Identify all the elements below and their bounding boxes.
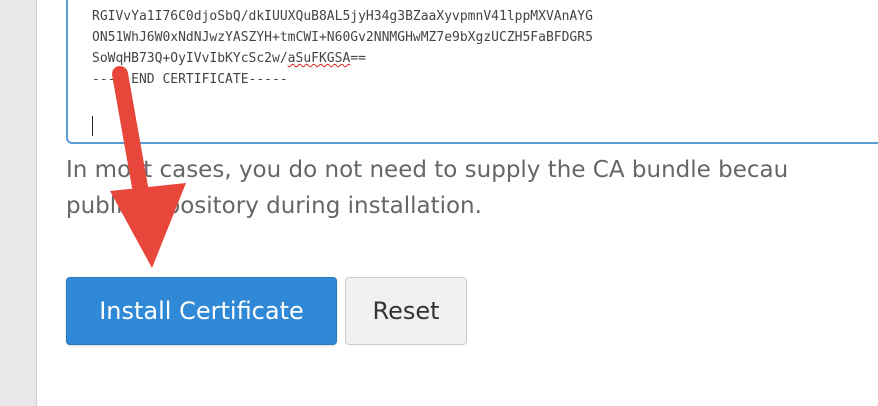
help-text-line-1: In most cases, you do not need to supply… (66, 157, 789, 183)
certificate-end-line: -----END CERTIFICATE----- (92, 72, 288, 87)
spellcheck-underlined-text: aSuFKGSA (287, 51, 351, 66)
left-gutter (0, 0, 37, 406)
ca-bundle-textarea[interactable]: RGIVvYa1I76C0djoSbQ/dkIUUXQuB8AL5jyH34g3… (66, 0, 878, 144)
help-text-line-2: public repository during installation. (66, 193, 482, 219)
text-cursor (92, 116, 93, 136)
reset-button[interactable]: Reset (345, 277, 467, 345)
certificate-line-3: SoWqHB73Q+OyIVvIbKYcSc2w/aSuFKGSA== (92, 48, 878, 69)
page: RGIVvYa1I76C0djoSbQ/dkIUUXQuB8AL5jyH34g3… (0, 0, 878, 406)
certificate-line-2: ON51WhJ6W0xNdNJwzYASZYH+tmCWI+N60Gv2NNMG… (92, 30, 593, 45)
certificate-line-3-end: == (350, 51, 366, 66)
certificate-line-3-start: SoWqHB73Q+OyIVvIbKYcSc2w/ (92, 51, 288, 66)
certificate-line-1: RGIVvYa1I76C0djoSbQ/dkIUUXQuB8AL5jyH34g3… (92, 9, 593, 24)
ca-bundle-help-text: In most cases, you do not need to supply… (66, 152, 878, 224)
install-certificate-button[interactable]: Install Certificate (66, 277, 337, 345)
